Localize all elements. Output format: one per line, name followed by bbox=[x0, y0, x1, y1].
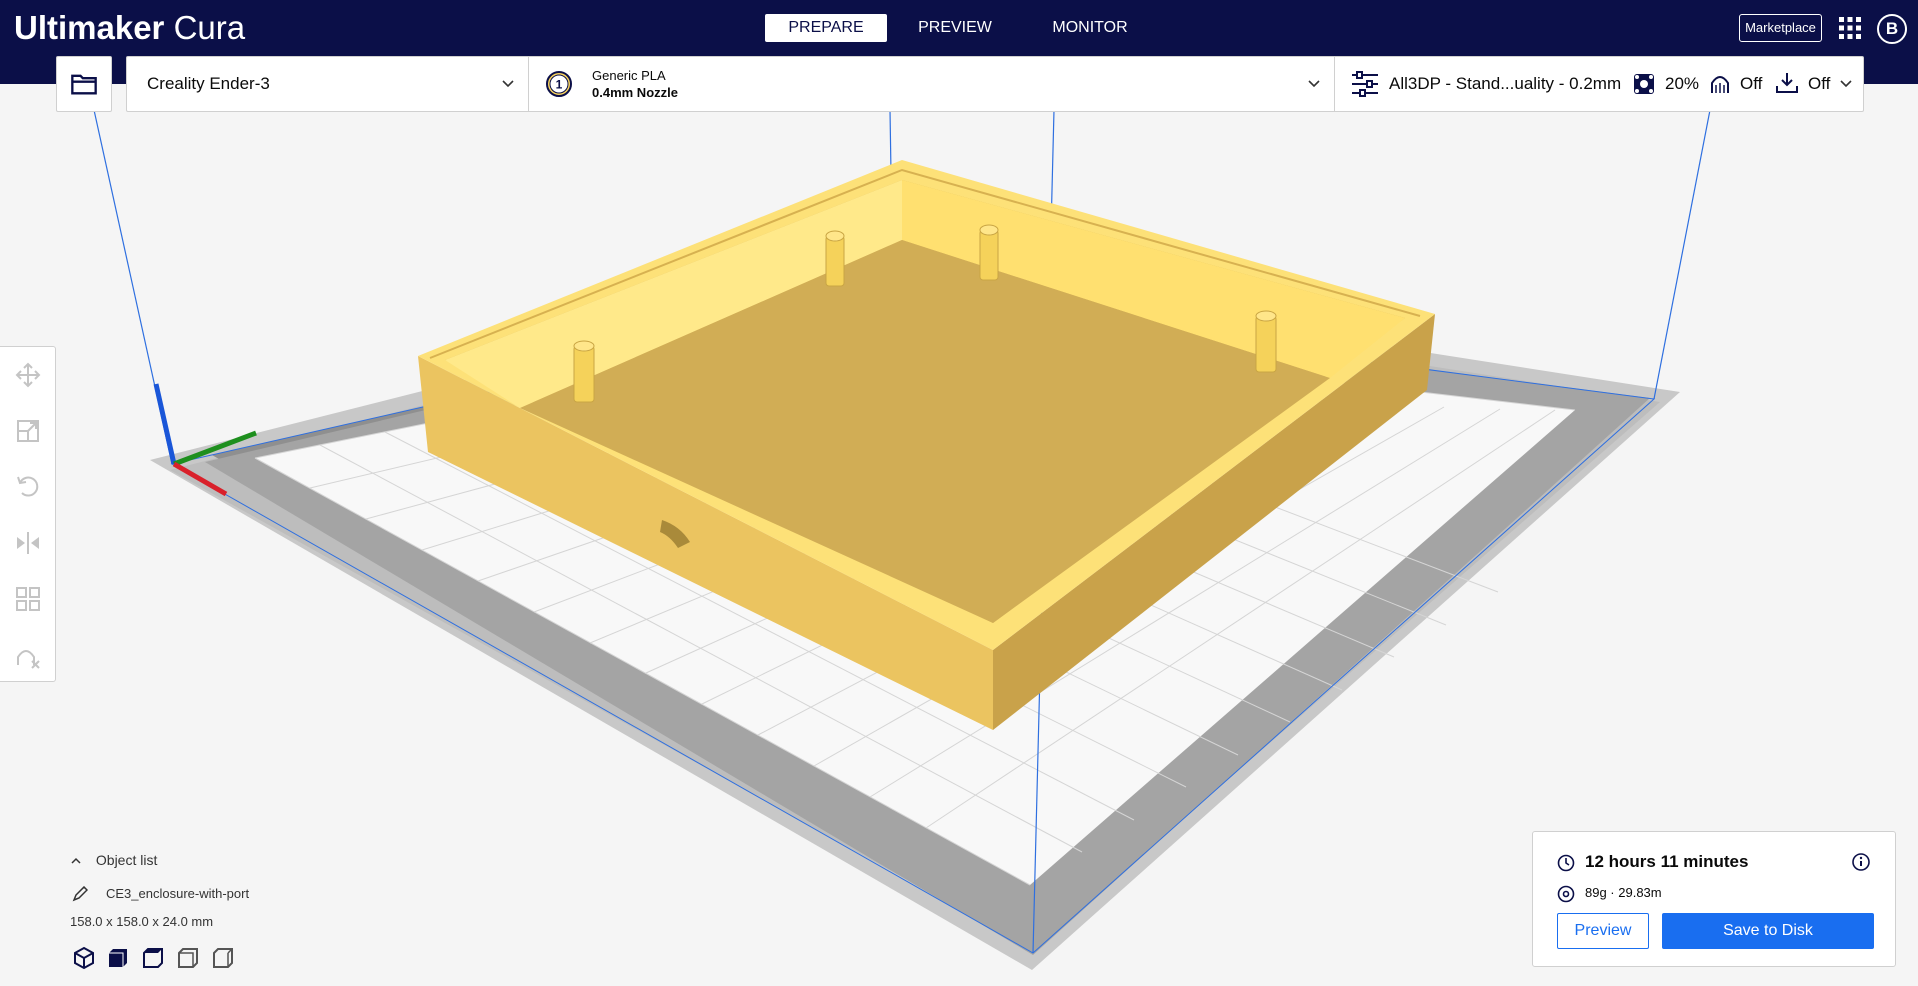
tab-monitor[interactable]: MONITOR bbox=[1030, 14, 1150, 42]
print-time-estimate: 12 hours 11 minutes bbox=[1585, 852, 1749, 871]
mirror-tool-icon[interactable] bbox=[14, 529, 42, 557]
account-avatar[interactable]: B bbox=[1877, 14, 1907, 44]
view-left-icon[interactable] bbox=[176, 946, 200, 970]
tab-preview[interactable]: PREVIEW bbox=[900, 14, 1010, 42]
profile-name: All3DP - Stand...uality - 0.2mm bbox=[1389, 74, 1622, 93]
scale-tool-icon[interactable] bbox=[14, 417, 42, 445]
chevron-up-icon bbox=[71, 858, 81, 864]
material-usage: 89g · 29.83m bbox=[1585, 885, 1662, 900]
extruder-icon: 1 bbox=[546, 71, 572, 97]
brand-light: Cura bbox=[173, 9, 246, 46]
chevron-down-icon bbox=[1308, 80, 1320, 88]
folder-icon bbox=[71, 74, 97, 95]
print-setup-toolbar: Creality Ender-3 1 Generic PLA 0.4mm Noz… bbox=[126, 56, 1864, 112]
chevron-down-icon bbox=[502, 80, 514, 88]
support-icon bbox=[1711, 76, 1729, 93]
support-value: Off bbox=[1740, 74, 1763, 93]
app-logo: Ultimaker Cura bbox=[14, 8, 245, 48]
object-dimensions: 158.0 x 158.0 x 24.0 mm bbox=[70, 914, 214, 929]
clock-icon bbox=[1557, 854, 1575, 872]
marketplace-button[interactable]: Marketplace bbox=[1739, 14, 1822, 42]
move-tool-icon[interactable] bbox=[14, 361, 42, 389]
chevron-down-icon bbox=[1840, 80, 1852, 88]
pencil-icon[interactable] bbox=[72, 886, 88, 902]
adhesion-icon bbox=[1776, 73, 1798, 93]
view-right-icon[interactable] bbox=[211, 946, 235, 970]
view-3d-icon[interactable] bbox=[72, 946, 96, 970]
tool-panel bbox=[0, 346, 56, 682]
material-selector[interactable]: 1 Generic PLA 0.4mm Nozzle bbox=[529, 57, 1335, 111]
printer-selector[interactable]: Creality Ender-3 bbox=[127, 57, 529, 111]
support-blocker-icon[interactable] bbox=[14, 641, 42, 669]
infill-icon bbox=[1634, 74, 1654, 94]
object-list-toggle[interactable]: Object list bbox=[70, 852, 157, 868]
rotate-tool-icon[interactable] bbox=[14, 473, 42, 501]
print-settings-selector[interactable]: All3DP - Stand...uality - 0.2mm 20% Off … bbox=[1335, 57, 1863, 111]
object-list-label: Object list bbox=[95, 852, 158, 868]
adhesion-value: Off bbox=[1808, 74, 1831, 93]
apps-grid-icon[interactable] bbox=[1838, 16, 1862, 40]
settings-sliders-icon bbox=[1352, 71, 1378, 97]
material-name: Generic PLA bbox=[592, 68, 666, 83]
preview-button[interactable]: Preview bbox=[1557, 913, 1649, 949]
view-front-icon[interactable] bbox=[106, 946, 130, 970]
printer-name: Creality Ender-3 bbox=[147, 74, 270, 93]
per-model-settings-icon[interactable] bbox=[14, 585, 42, 613]
extruder-number: 1 bbox=[556, 78, 563, 92]
spool-icon bbox=[1557, 885, 1575, 903]
brand-bold: Ultimaker bbox=[14, 9, 165, 46]
save-to-disk-button[interactable]: Save to Disk bbox=[1662, 913, 1874, 949]
object-name[interactable]: CE3_enclosure-with-port bbox=[106, 886, 249, 901]
nozzle-name: 0.4mm Nozzle bbox=[592, 85, 678, 100]
view-top-icon[interactable] bbox=[141, 946, 165, 970]
infill-value: 20% bbox=[1665, 74, 1700, 93]
print-info-panel: 12 hours 11 minutes 89g · 29.83m Preview… bbox=[1532, 831, 1896, 967]
info-icon[interactable] bbox=[1851, 852, 1871, 872]
tab-prepare[interactable]: PREPARE bbox=[765, 14, 887, 42]
open-file-button[interactable] bbox=[56, 56, 112, 112]
